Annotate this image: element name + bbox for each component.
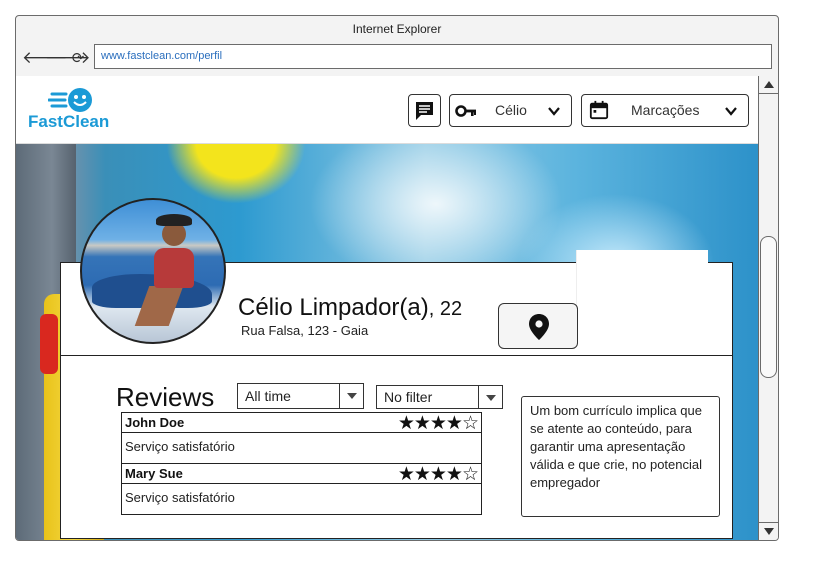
avatar-lifejacket [154, 248, 194, 288]
chevron-down-icon [725, 107, 737, 116]
cover-float-ring [166, 144, 306, 204]
navigation-bar: 🡐 🡒 ⟳ www.fastclean.com/perfil [16, 42, 778, 74]
vertical-scrollbar[interactable] [758, 76, 778, 540]
chevron-down-icon[interactable] [478, 386, 502, 408]
messages-button[interactable] [408, 94, 441, 127]
review-text: Serviço satisfatório [125, 439, 235, 454]
forward-arrow-icon[interactable]: 🡒 [45, 48, 91, 68]
logo-icon [48, 88, 92, 112]
star-rating-icon: ★★★★☆ [397, 412, 479, 434]
cover-bottle-cap [40, 314, 58, 374]
info-note: Um bom currículo implica que se atente a… [521, 396, 720, 517]
window-title: Internet Explorer [352, 22, 442, 36]
rating-filter-select[interactable]: No filter [376, 385, 503, 409]
appointments-dropdown[interactable]: Marcações [581, 94, 749, 127]
card-divider [61, 355, 732, 356]
key-icon [455, 105, 476, 117]
scroll-up-arrow-icon[interactable] [759, 76, 778, 94]
site-header: FastClean Célio Marcações [16, 76, 760, 144]
location-button[interactable] [498, 303, 578, 349]
time-filter-value: All time [245, 388, 291, 404]
rating-filter-value: No filter [384, 389, 433, 405]
chat-icon [416, 102, 433, 120]
avatar [80, 198, 226, 344]
back-arrow-icon[interactable]: 🡐 [22, 48, 68, 68]
user-menu-label: Célio [495, 102, 527, 118]
review-header: Mary Sue ★★★★☆ [122, 463, 481, 485]
review-header: John Doe ★★★★☆ [122, 412, 481, 434]
reviews-heading: Reviews [116, 382, 215, 412]
avatar-hat [156, 214, 192, 226]
star-rating-icon: ★★★★☆ [397, 463, 479, 485]
location-pin-icon [529, 314, 549, 340]
fastclean-logo[interactable]: FastClean [28, 86, 128, 136]
calendar-icon [589, 100, 609, 120]
time-filter-select[interactable]: All time [237, 383, 364, 409]
review-item: Mary Sue ★★★★☆ Serviço satisfatório [121, 463, 482, 515]
profile-name: Célio Limpador(a), 22 [238, 294, 462, 322]
logo-text: FastClean [28, 112, 110, 131]
profile-address: Rua Falsa, 123 - Gaia [241, 323, 369, 338]
review-item: John Doe ★★★★☆ Serviço satisfatório [121, 412, 482, 464]
profile-name-text: Célio Limpador(a) [238, 294, 429, 321]
profile-age: , 22 [428, 298, 463, 320]
review-text: Serviço satisfatório [125, 490, 235, 505]
address-bar[interactable]: www.fastclean.com/perfil [94, 44, 772, 69]
chevron-down-icon[interactable] [339, 384, 363, 408]
chevron-down-icon [548, 107, 560, 116]
scrollbar-thumb[interactable] [760, 236, 777, 378]
user-menu-dropdown[interactable]: Célio [449, 94, 572, 127]
reload-icon[interactable]: ⟳ [68, 48, 88, 68]
profile-side-panel [576, 250, 708, 330]
review-author: Mary Sue [125, 466, 183, 481]
review-author: John Doe [125, 415, 185, 430]
scroll-down-arrow-icon[interactable] [759, 522, 778, 540]
appointments-label: Marcações [631, 102, 700, 118]
